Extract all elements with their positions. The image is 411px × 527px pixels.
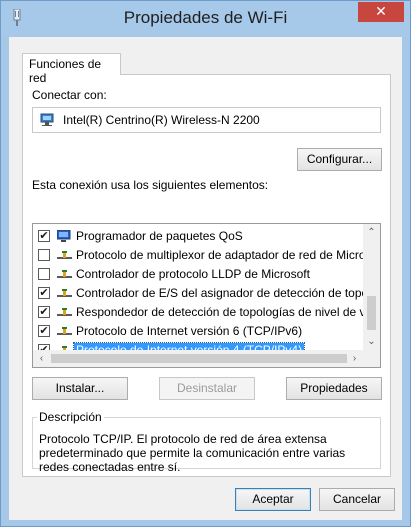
checkbox-qos[interactable]: ✔ (38, 230, 50, 242)
protocol-icon (57, 270, 72, 278)
tab-networking[interactable]: Funciones de red (22, 53, 121, 85)
scroll-up-icon[interactable]: ⌃ (363, 224, 380, 241)
uninstall-button[interactable]: Desinstalar (159, 377, 255, 400)
protocol-icon (57, 327, 72, 335)
protocol-icon (57, 251, 72, 259)
qos-icon (57, 230, 71, 242)
horizontal-scrollbar[interactable]: ‹ › (33, 350, 380, 367)
accept-button[interactable]: Aceptar (235, 488, 311, 511)
connect-using-label: Conectar con: (32, 88, 107, 102)
list-item-label: Programador de paquetes QoS (76, 229, 243, 243)
scroll-right-icon[interactable]: › (346, 350, 363, 367)
adapter-name: Intel(R) Centrino(R) Wireless-N 2200 (63, 113, 260, 127)
dialog-client-area: Funciones de red Conectar con: Intel(R) … (9, 37, 402, 520)
protocol-icon (57, 308, 72, 316)
vertical-scrollbar[interactable]: ⌃ ⌄ (363, 224, 380, 350)
checkbox-lldp[interactable] (38, 268, 50, 280)
title-bar[interactable]: Propiedades de Wi-Fi ✕ (1, 1, 410, 37)
properties-window: Propiedades de Wi-Fi ✕ Funciones de red … (0, 0, 411, 527)
list-item[interactable]: Protocolo de multiplexor de adaptador de… (33, 246, 364, 265)
description-title: Descripción (37, 410, 104, 424)
list-item-label: Controlador de protocolo LLDP de Microso… (76, 267, 310, 281)
list-item-label: Protocolo de multiplexor de adaptador de… (76, 248, 364, 262)
scroll-thumb-horizontal[interactable] (51, 354, 347, 363)
description-text: Protocolo TCP/IP. El protocolo de red de… (39, 432, 346, 474)
adapter-box: Intel(R) Centrino(R) Wireless-N 2200 (32, 107, 381, 133)
list-item[interactable]: ✔ Programador de paquetes QoS (33, 227, 364, 246)
scroll-down-icon[interactable]: ⌄ (363, 333, 380, 350)
list-item[interactable]: Controlador de protocolo LLDP de Microso… (33, 265, 364, 284)
checkbox-lltd-responder[interactable]: ✔ (38, 306, 50, 318)
tab-page: Conectar con: Intel(R) Centrino(R) Wirel… (22, 74, 391, 477)
cancel-button[interactable]: Cancelar (319, 488, 395, 511)
list-item[interactable]: ✔ Protocolo de Internet versión 6 (TCP/I… (33, 322, 364, 341)
properties-button[interactable]: Propiedades (286, 377, 382, 400)
checkbox-ipv6[interactable]: ✔ (38, 325, 50, 337)
install-button[interactable]: Instalar... (32, 377, 128, 400)
list-item-label: Protocolo de Internet versión 6 (TCP/IPv… (76, 324, 303, 338)
scroll-thumb[interactable] (367, 296, 376, 330)
list-item-label: Respondedor de detección de topologías d… (76, 305, 364, 319)
elements-label: Esta conexión usa los siguientes element… (32, 178, 269, 192)
window-title: Propiedades de Wi-Fi (123, 8, 288, 27)
close-icon: ✕ (375, 3, 387, 19)
close-button[interactable]: ✕ (358, 2, 404, 22)
network-card-icon (40, 113, 54, 126)
list-item-label: Controlador de E/S del asignador de dete… (76, 286, 364, 300)
checkbox-multiplexor[interactable] (38, 249, 50, 261)
elements-list[interactable]: ✔ Programador de paquetes QoS Protocolo … (32, 223, 381, 368)
protocol-icon (57, 289, 72, 297)
list-item[interactable]: ✔ Respondedor de detección de topologías… (33, 303, 364, 322)
scroll-left-icon[interactable]: ‹ (33, 350, 50, 367)
list-item[interactable]: ✔ Controlador de E/S del asignador de de… (33, 284, 364, 303)
checkbox-lltd-mapper[interactable]: ✔ (38, 287, 50, 299)
configure-button[interactable]: Configurar... (297, 148, 382, 171)
